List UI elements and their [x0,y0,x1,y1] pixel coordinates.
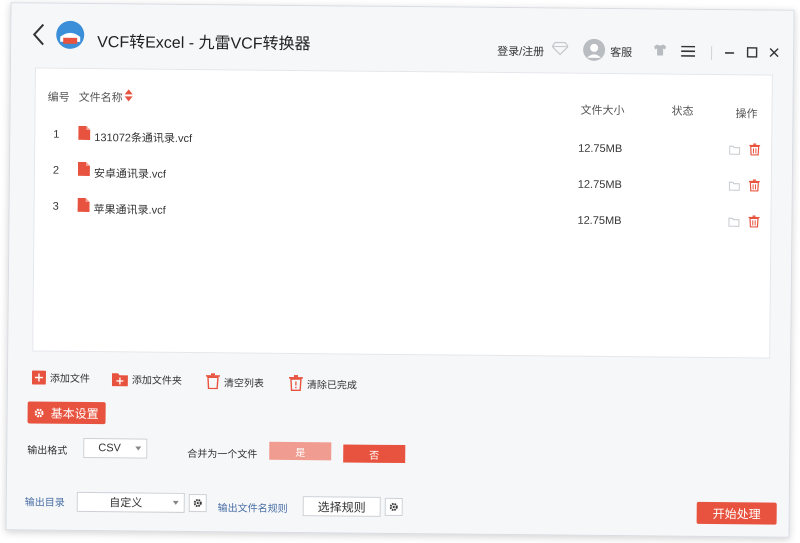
filename-rule-label: 输出文件名规则 [217,503,288,515]
trash-icon [205,373,220,390]
file-name: 苹果通讯录.vcf [93,204,166,217]
file-name: 131072条通讯录.vcf [94,132,193,145]
clear-completed-label: 清除已完成 [306,379,357,392]
add-folder-icon [111,372,128,386]
file-size: 12.75MB [577,178,622,192]
add-file-button[interactable]: 添加文件 [31,369,90,386]
minimize-icon[interactable] [723,45,737,59]
clear-list-button[interactable]: 清空列表 [205,373,264,390]
basic-settings-button[interactable]: 基本设置 [27,401,106,425]
diamond-icon[interactable] [552,41,569,56]
rule-settings-button[interactable] [384,497,403,517]
header-num: 编号 [47,91,70,104]
gear-icon [389,502,398,511]
open-folder-icon[interactable] [728,180,740,191]
clear-completed-button[interactable]: 清除已完成 [288,374,357,392]
file-table: 编号 文件名称 文件大小 状态 操作 1 131072条通讯录.vcf 12.7… [32,67,773,359]
add-file-icon [31,369,47,385]
add-folder-button[interactable]: 添加文件夹 [111,371,182,387]
menu-icon[interactable] [681,45,696,57]
row-num: 1 [53,128,60,141]
chevron-down-icon [135,446,142,451]
back-arrow-icon[interactable] [29,21,49,47]
add-folder-label: 添加文件夹 [131,375,182,387]
delete-icon[interactable] [749,143,761,156]
output-format-value: CSV [98,442,121,455]
clear-list-label: 清空列表 [223,377,264,390]
file-icon [77,197,90,213]
gear-icon [193,499,202,508]
open-folder-icon[interactable] [729,144,741,155]
maximize-icon[interactable] [745,45,759,59]
header-status: 状态 [671,105,694,118]
chevron-down-icon [172,500,179,505]
start-processing-button[interactable]: 开始处理 [696,501,777,525]
login-register-link[interactable]: 登录/注册 [497,43,544,59]
titlebar-divider [711,45,713,60]
merge-no-button[interactable]: 否 [343,444,406,464]
delete-icon[interactable] [748,215,760,228]
table-row[interactable]: 3 苹果通讯录.vcf 12.75MB [34,197,770,243]
output-dir-select[interactable]: 自定义 [76,491,185,513]
service-label[interactable]: 客服 [610,44,632,60]
file-icon [78,125,91,141]
skin-shirt-icon[interactable] [653,43,667,56]
title-bar: VCF转Excel - 九雷VCF转换器 登录/注册 客服 [10,3,794,75]
output-dir-label: 输出目录 [24,497,65,509]
output-format-label: 输出格式 [27,445,68,457]
open-folder-icon[interactable] [728,216,740,227]
file-size: 12.75MB [577,214,622,228]
file-size: 12.75MB [578,142,623,156]
row-num: 3 [52,200,59,213]
row-num: 2 [52,164,60,177]
trash-check-icon [288,374,303,392]
gear-icon [34,408,44,417]
merge-label: 合并为一个文件 [187,448,258,461]
app-window: VCF转Excel - 九雷VCF转换器 登录/注册 客服 编号 文件名称 文件… [5,2,795,538]
output-dir-value: 自定义 [109,497,143,510]
app-logo [56,20,85,49]
delete-icon[interactable] [748,179,760,192]
file-icon [77,161,90,177]
add-file-label: 添加文件 [49,373,90,386]
basic-settings-label: 基本设置 [50,406,99,421]
app-title: VCF转Excel - 九雷VCF转换器 [97,34,311,54]
header-size: 文件大小 [580,104,625,118]
header-action: 操作 [735,108,758,121]
file-name: 安卓通讯录.vcf [93,168,167,181]
sort-icon[interactable] [124,88,134,102]
merge-yes-button[interactable]: 是 [269,441,332,461]
output-dir-settings-button[interactable] [188,493,207,513]
service-avatar-icon[interactable] [583,38,606,61]
output-format-select[interactable]: CSV [83,437,148,459]
choose-rule-button[interactable]: 选择规则 [302,496,381,517]
header-name[interactable]: 文件名称 [79,89,123,105]
close-icon[interactable] [767,46,781,60]
